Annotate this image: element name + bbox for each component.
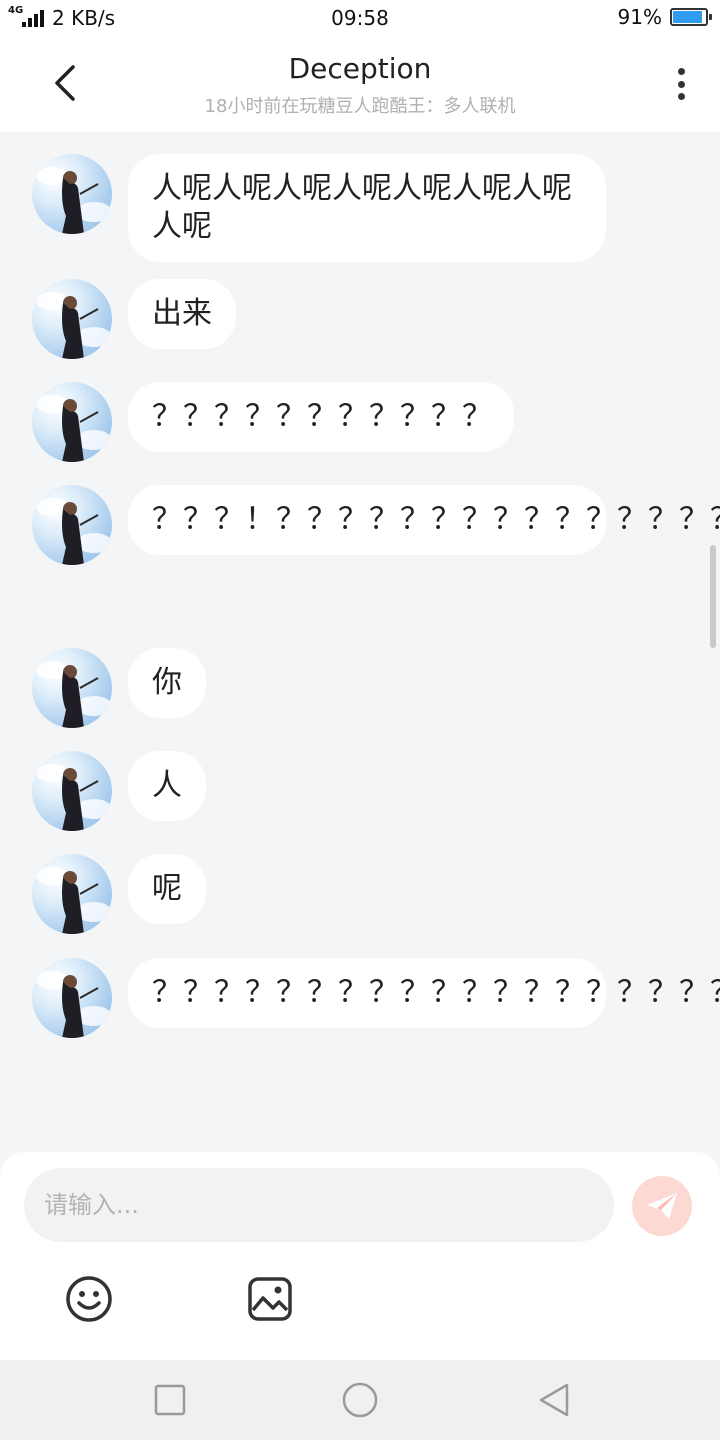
- smiley-icon: [66, 1276, 112, 1322]
- system-nav-bar: [0, 1360, 720, 1440]
- contact-status: 18小时前在玩糖豆人跑酷王：多人联机: [204, 96, 516, 117]
- avatar[interactable]: [32, 154, 112, 234]
- message-bubble[interactable]: ？？？！？？？？？？？？？？？？？？？？？？？？？？？？？？？？？？？？？？？: [128, 485, 720, 555]
- avatar-image: [36, 498, 112, 565]
- message-item: ？？？！？？？？？？？？？？？？？？？？？？？？？？？？？？？？？？？？？？？: [32, 485, 720, 565]
- message-bubble[interactable]: 出来: [128, 279, 236, 349]
- avatar-image: [36, 395, 112, 462]
- circle-icon: [342, 1382, 378, 1418]
- image-button[interactable]: [245, 1274, 295, 1324]
- avatar[interactable]: [32, 854, 112, 934]
- scrollbar[interactable]: [710, 545, 716, 648]
- avatar-image: [36, 867, 112, 934]
- status-right: 91%: [617, 5, 712, 29]
- message-bubble[interactable]: 人: [128, 751, 206, 821]
- paper-plane-icon: [647, 1193, 677, 1219]
- message-item: ？？？？？？？？？？？？？？？？？？？？？？？？？？？？？？？？？？？？？？？？…: [32, 958, 720, 1038]
- message-input[interactable]: [24, 1168, 614, 1242]
- avatar-image: [36, 971, 112, 1038]
- nav-back-button[interactable]: [534, 1380, 574, 1420]
- avatar-image: [36, 292, 112, 359]
- composer: [0, 1152, 720, 1360]
- status-time: 09:58: [331, 6, 389, 30]
- contact-name[interactable]: Deception: [0, 52, 720, 85]
- message-bubble[interactable]: 你: [128, 648, 206, 718]
- battery-percent: 91%: [617, 5, 662, 29]
- avatar[interactable]: [32, 751, 112, 831]
- more-vertical-icon: [677, 68, 685, 75]
- home-button[interactable]: [340, 1380, 380, 1420]
- avatar[interactable]: [32, 485, 112, 565]
- chat-header: Deception 18小时前在玩糖豆人跑酷王：多人联机: [0, 38, 720, 132]
- send-button[interactable]: [632, 1176, 692, 1236]
- avatar-image: [36, 661, 112, 728]
- message-item: 人: [32, 751, 206, 831]
- square-icon: [154, 1384, 186, 1416]
- battery-fill: [673, 11, 703, 23]
- message-item: 出来: [32, 279, 236, 359]
- status-bar: 4G 2 KB/s 09:58 91%: [0, 0, 720, 38]
- avatar-image: [36, 167, 112, 234]
- message-item: ？？？？？？？？？？？: [32, 382, 514, 462]
- emoji-button[interactable]: [64, 1274, 114, 1324]
- avatar-image: [36, 764, 112, 831]
- message-item: 人呢人呢人呢人呢人呢人呢人呢人呢: [32, 154, 606, 262]
- message-item: 呢: [32, 854, 206, 934]
- message-bubble[interactable]: 人呢人呢人呢人呢人呢人呢人呢人呢: [128, 154, 606, 262]
- message-list[interactable]: 人呢人呢人呢人呢人呢人呢人呢人呢 出来 ？？？？？？？？？？？ ？？？！？？？？…: [0, 132, 720, 1152]
- message-bubble[interactable]: 呢: [128, 854, 206, 924]
- avatar[interactable]: [32, 648, 112, 728]
- recents-button[interactable]: [150, 1380, 190, 1420]
- avatar[interactable]: [32, 279, 112, 359]
- avatar[interactable]: [32, 958, 112, 1038]
- triangle-back-icon: [539, 1383, 569, 1417]
- battery-icon: [670, 8, 712, 26]
- message-bubble[interactable]: ？？？？？？？？？？？: [128, 382, 514, 452]
- avatar[interactable]: [32, 382, 112, 462]
- message-bubble[interactable]: ？？？？？？？？？？？？？？？？？？？？？？？？？？？？？？？？？？？？？？？？…: [128, 958, 720, 1028]
- image-icon: [248, 1277, 292, 1321]
- more-button[interactable]: [666, 64, 696, 104]
- message-item: 你: [32, 648, 206, 728]
